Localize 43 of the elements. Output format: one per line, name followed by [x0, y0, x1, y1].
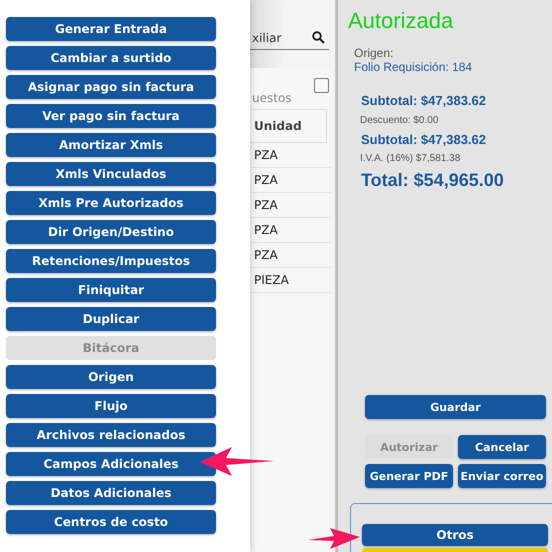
action-button[interactable]: Enviar correo	[458, 464, 546, 488]
tax-text: I.V.A. (16%) $7,581.38	[360, 153, 462, 164]
pointer-arrow	[308, 528, 360, 549]
action-button[interactable]: Guardar	[365, 395, 546, 419]
search-icon[interactable]	[312, 31, 325, 44]
menu-button[interactable]: Generar Entrada	[6, 17, 216, 41]
others-button[interactable]: Otros	[362, 524, 548, 546]
total-text: Total: $54,965.00	[361, 170, 505, 191]
table-cell: PZA	[250, 218, 331, 243]
menu-button[interactable]: Xmls Pre Autorizados	[6, 191, 216, 215]
discount-text: Descuento: $0.00	[360, 115, 440, 126]
menu-button[interactable]: Datos Adicionales	[6, 481, 216, 505]
order-status: Autorizada	[348, 8, 454, 34]
menu-button[interactable]: Amortizar Xmls	[6, 133, 216, 157]
table-cell: PIEZA	[250, 268, 331, 293]
table-cell: PZA	[250, 193, 331, 218]
menu-button[interactable]: Xmls Vinculados	[6, 162, 216, 186]
checkbox[interactable]	[314, 78, 329, 93]
subtotal-text: Subtotal: $47,383.62	[361, 132, 487, 147]
menu-button[interactable]: Retenciones/Impuestos	[6, 249, 216, 273]
menu-button[interactable]: Flujo	[6, 394, 216, 418]
folio-link[interactable]: Folio Requisición: 184	[354, 60, 552, 74]
search-field[interactable]: xiliar	[250, 28, 329, 50]
menu-button[interactable]: Finiquitar	[6, 278, 216, 302]
table-cell: PZA	[250, 168, 331, 193]
search-value: xiliar	[252, 30, 282, 44]
menu-button[interactable]: Duplicar	[6, 307, 216, 331]
subtotal-text: Subtotal: $47,383.62	[361, 93, 487, 108]
action-button[interactable]: Cancelar	[458, 435, 546, 459]
menu-button[interactable]: Origen	[6, 365, 216, 389]
table-cell: PZA	[250, 143, 331, 168]
menu-button[interactable]: Centros de costo	[6, 510, 216, 534]
table-cell: PZA	[250, 243, 331, 268]
column-header: Unidad	[250, 109, 327, 143]
action-button[interactable]: Generar PDF	[365, 464, 453, 488]
menu-button[interactable]: Asignar pago sin factura	[6, 75, 216, 99]
section-label: uestos	[252, 91, 293, 105]
menu-button[interactable]: Campos Adicionales	[6, 452, 216, 476]
menu-button[interactable]: Cambiar a surtido	[6, 46, 216, 70]
origin-label: Origen:	[354, 46, 394, 60]
menu-button[interactable]: Dir Origen/Destino	[6, 220, 216, 244]
menu-button[interactable]: Archivos relacionados	[6, 423, 216, 447]
menu-button[interactable]: Ver pago sin factura	[6, 104, 216, 128]
